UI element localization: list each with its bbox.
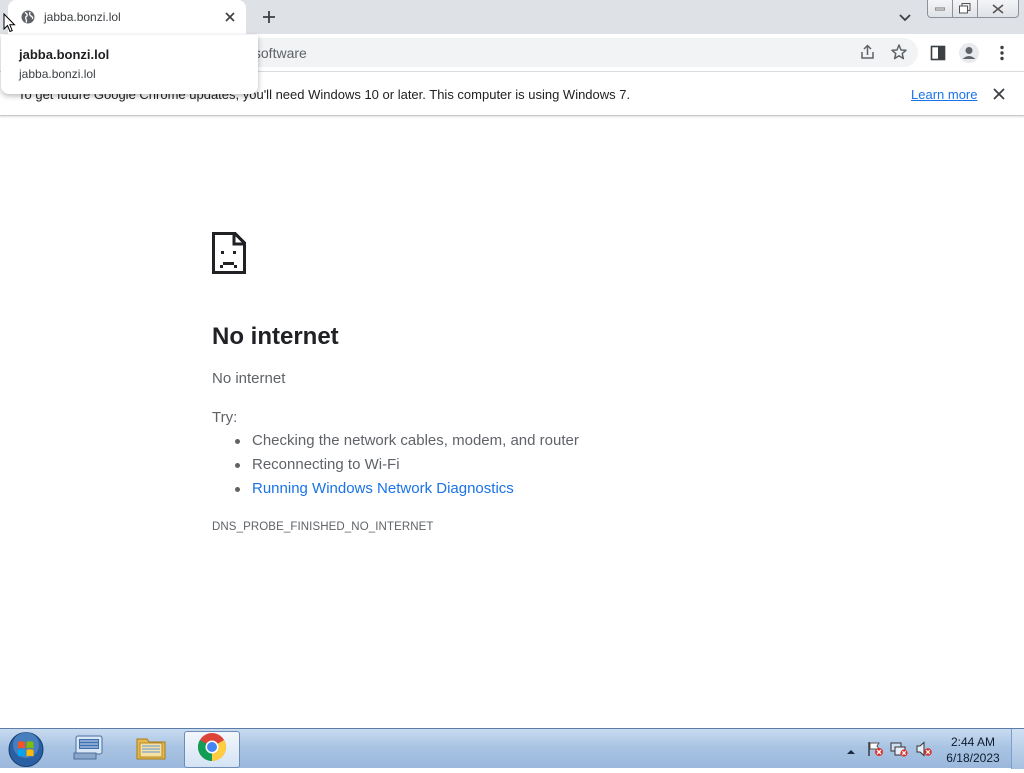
infobar-close-icon[interactable] bbox=[990, 85, 1008, 103]
folder-icon bbox=[135, 733, 167, 766]
tab-hover-card: jabba.bonzi.lol jabba.bonzi.lol bbox=[1, 35, 258, 94]
tab-title: jabba.bonzi.lol bbox=[44, 10, 121, 24]
taskbar-file-explorer[interactable] bbox=[123, 731, 179, 768]
hover-card-domain: jabba.bonzi.lol bbox=[19, 67, 96, 81]
windows-taskbar: 2:44 AM 6/18/2023 bbox=[0, 728, 1024, 769]
clock-date: 6/18/2023 bbox=[946, 751, 1000, 765]
tab-strip: jabba.bonzi.lol bbox=[0, 0, 1024, 34]
clock-time: 2:44 AM bbox=[950, 735, 996, 749]
error-code: DNS_PROBE_FINISHED_NO_INTERNET bbox=[212, 521, 434, 533]
address-bar-url: /software bbox=[250, 45, 307, 61]
network-disconnected-icon[interactable] bbox=[890, 741, 908, 757]
tab-jabba[interactable]: jabba.bonzi.lol bbox=[8, 0, 246, 34]
new-tab-button[interactable] bbox=[258, 6, 280, 28]
start-orb-icon[interactable] bbox=[6, 731, 46, 768]
keyboard-icon bbox=[72, 733, 104, 766]
globe-icon bbox=[20, 9, 36, 25]
tab-close-icon[interactable] bbox=[220, 7, 240, 27]
action-center-flag-icon[interactable] bbox=[866, 741, 884, 757]
mouse-cursor-icon bbox=[3, 12, 16, 38]
chrome-icon bbox=[197, 732, 227, 767]
hover-card-title: jabba.bonzi.lol bbox=[19, 47, 110, 62]
error-heading: No internet bbox=[212, 323, 339, 350]
error-subheading: No internet bbox=[212, 370, 286, 387]
taskbar-onscreen-keyboard[interactable] bbox=[60, 731, 116, 768]
suggestion-list: Checking the network cables, modem, and … bbox=[212, 432, 579, 504]
learn-more-link[interactable]: Learn more bbox=[911, 87, 977, 102]
minimize-button[interactable] bbox=[927, 0, 953, 18]
restore-button[interactable] bbox=[952, 0, 978, 18]
try-label: Try: bbox=[212, 409, 238, 426]
close-window-button[interactable] bbox=[977, 0, 1019, 18]
menu-kebab-icon[interactable] bbox=[990, 41, 1014, 65]
profile-avatar-icon[interactable] bbox=[957, 41, 981, 65]
suggestion-check-cables: Checking the network cables, modem, and … bbox=[212, 432, 579, 456]
show-desktop-button[interactable] bbox=[1011, 729, 1024, 769]
volume-muted-icon[interactable] bbox=[915, 741, 933, 757]
side-panel-icon[interactable] bbox=[926, 41, 950, 65]
share-icon[interactable] bbox=[859, 44, 876, 66]
show-hidden-icons-icon[interactable] bbox=[846, 743, 856, 761]
suggestion-reconnect-wifi: Reconnecting to Wi-Fi bbox=[212, 456, 579, 480]
tab-search-icon[interactable] bbox=[895, 8, 915, 28]
bookmark-star-icon[interactable] bbox=[890, 43, 908, 66]
network-diagnostics-link[interactable]: Running Windows Network Diagnostics bbox=[212, 480, 579, 504]
taskbar-clock[interactable]: 2:44 AM 6/18/2023 bbox=[944, 734, 1002, 766]
sad-page-icon bbox=[212, 232, 246, 274]
taskbar-chrome[interactable] bbox=[184, 731, 240, 768]
